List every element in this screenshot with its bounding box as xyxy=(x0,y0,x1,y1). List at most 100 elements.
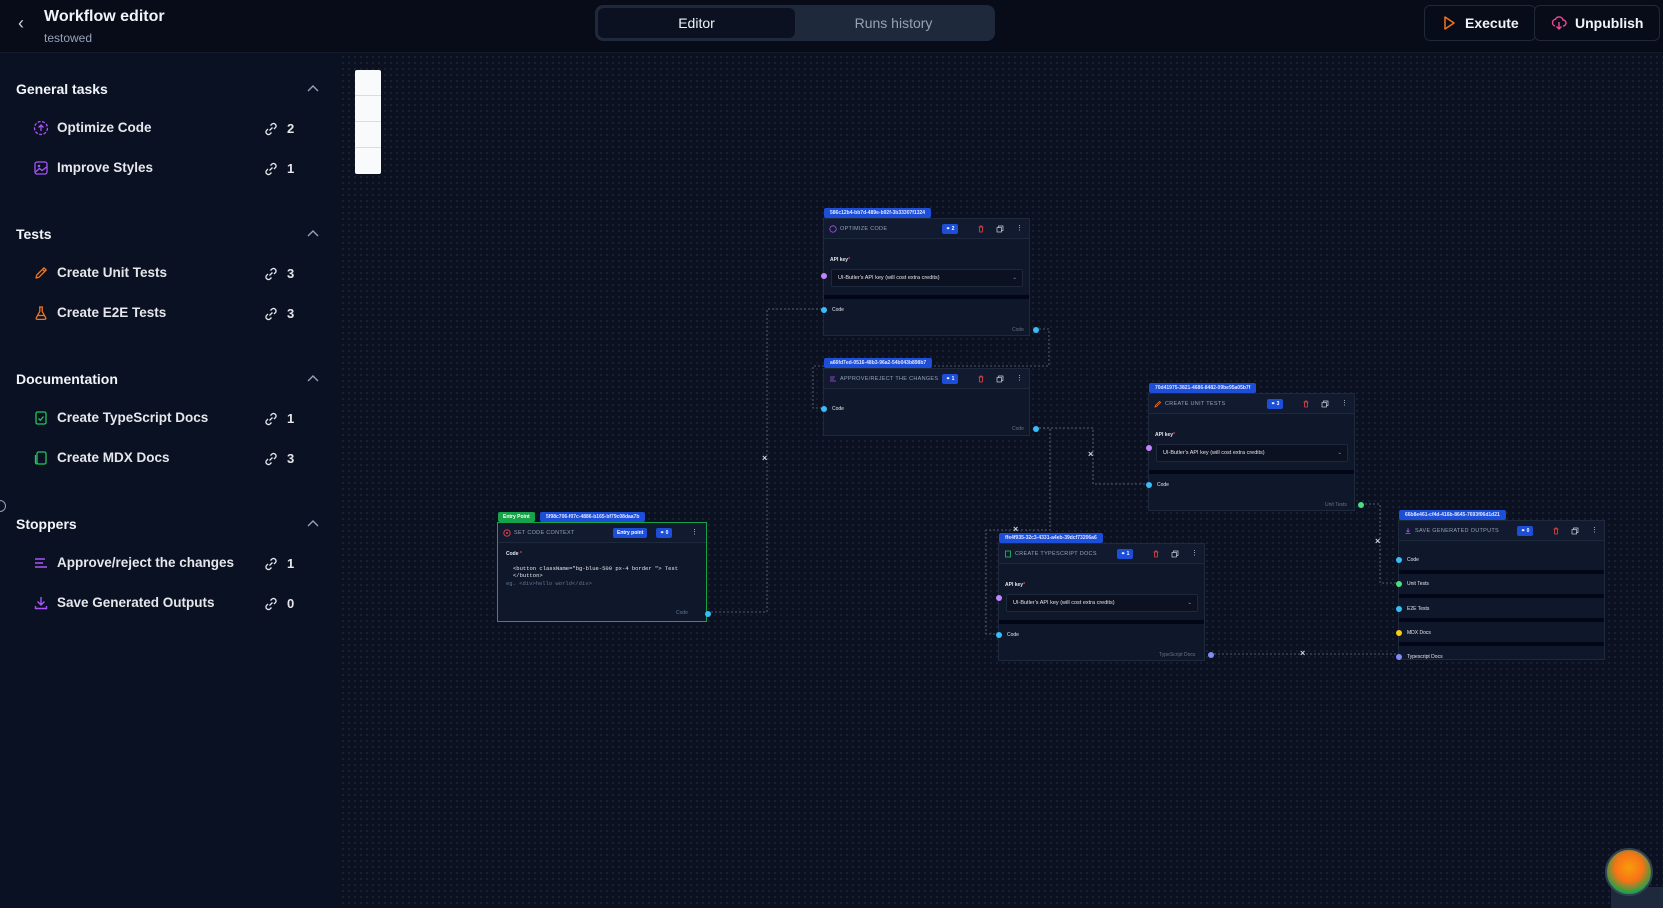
api-key-label: API key* xyxy=(830,257,851,263)
copy-icon[interactable] xyxy=(996,225,1004,233)
link-count-badge: ⚭ 1 xyxy=(942,374,959,384)
node-create-unit-tests[interactable]: 70d41975-3821-4686-8482-09be95a05b7f CRE… xyxy=(1146,383,1364,511)
node-id-tag: ffe4f935-32c3-4331-a4eb-39dcf73206a6 xyxy=(999,533,1103,543)
divider xyxy=(824,295,1029,299)
node-approve-reject[interactable]: a66fd7ed-0516-48b3-96a2-54b043b898b7 APP… xyxy=(821,358,1039,436)
divider xyxy=(1399,594,1604,598)
link-count: 3 xyxy=(1276,401,1280,407)
output-label: TypeScript Docs xyxy=(1159,652,1196,658)
link-count-badge: ⚭ 1 xyxy=(1117,549,1134,559)
node-title: SET CODE CONTEXT xyxy=(514,530,575,536)
node-title: OPTIMIZE CODE xyxy=(840,226,888,232)
connection-edges xyxy=(711,308,1399,656)
input-port-code[interactable] xyxy=(1396,557,1402,563)
link-count: 1 xyxy=(1126,551,1130,557)
input-port[interactable] xyxy=(996,632,1002,638)
output-label: Code xyxy=(676,610,688,616)
link-count-badge: ⚭ 0 xyxy=(1517,526,1534,536)
input-label: Code xyxy=(832,406,844,412)
delete-edge-icon[interactable]: × xyxy=(1375,536,1380,546)
node-header: CREATE UNIT TESTS ⚭ 3 ⋮ xyxy=(1149,394,1354,414)
node-header: CREATE TYPESCRIPT DOCS ⚭ 1 ⋮ xyxy=(999,544,1204,564)
doc-check-icon xyxy=(1005,550,1011,558)
output-port[interactable] xyxy=(1358,502,1364,508)
more-icon[interactable]: ⋮ xyxy=(1191,550,1199,558)
node-create-typescript-docs[interactable]: ffe4f935-32c3-4331-a4eb-39dcf73206a6 CRE… xyxy=(996,533,1214,661)
node-set-code-context[interactable]: Entry Point 5f98c706-f07c-4886-b165-bf79… xyxy=(497,512,711,622)
divider xyxy=(999,620,1204,624)
link-count-badge: ⚭ 3 xyxy=(1267,399,1284,409)
api-key-select[interactable]: UI-Butler's API key (will cost extra cre… xyxy=(1006,594,1198,612)
user-avatar[interactable] xyxy=(1605,848,1653,896)
copy-icon[interactable] xyxy=(1571,527,1579,535)
divider xyxy=(1399,642,1604,646)
more-icon[interactable]: ⋮ xyxy=(1591,527,1599,535)
entry-point-tag: Entry Point xyxy=(498,512,535,522)
node-optimize-code[interactable]: 586c12b4-bb7d-489e-b92f-3b33307f1324 OPT… xyxy=(821,208,1039,336)
api-key-port[interactable] xyxy=(996,595,1002,601)
more-icon[interactable]: ⋮ xyxy=(691,529,699,537)
divider xyxy=(1399,570,1604,574)
input-label: Code xyxy=(1157,482,1169,488)
input-label: Code xyxy=(1407,557,1419,563)
code-input[interactable]: <button className="bg-blue-500 px-4 bord… xyxy=(513,565,706,579)
input-port[interactable] xyxy=(821,307,827,313)
link-count: 2 xyxy=(951,226,955,232)
api-key-label: API key* xyxy=(1005,582,1026,588)
trash-icon[interactable] xyxy=(1552,527,1560,535)
more-icon[interactable]: ⋮ xyxy=(1016,375,1024,383)
input-port[interactable] xyxy=(1146,482,1152,488)
trash-icon[interactable] xyxy=(977,225,985,233)
input-port[interactable] xyxy=(821,406,827,412)
delete-edge-icon[interactable]: × xyxy=(1088,449,1093,459)
more-icon[interactable]: ⋮ xyxy=(1341,400,1349,408)
trash-icon[interactable] xyxy=(1302,400,1310,408)
api-key-select[interactable]: UI-Butler's API key (will cost extra cre… xyxy=(831,269,1023,287)
more-icon[interactable]: ⋮ xyxy=(1016,225,1024,233)
copy-icon[interactable] xyxy=(996,375,1004,383)
api-key-select[interactable]: UI-Butler's API key (will cost extra cre… xyxy=(1156,444,1348,462)
input-label: E2E Tests xyxy=(1407,606,1430,612)
api-key-label: API key* xyxy=(1155,432,1176,438)
copy-icon[interactable] xyxy=(1321,400,1329,408)
output-port[interactable] xyxy=(1033,327,1039,333)
link-count: 0 xyxy=(665,530,669,536)
trash-icon[interactable] xyxy=(1152,550,1160,558)
input-port-e2e-tests[interactable] xyxy=(1396,606,1402,612)
download-icon xyxy=(1405,528,1411,534)
copy-icon[interactable] xyxy=(1171,550,1179,558)
node-id-tag: 5f98c706-f07c-4886-b165-bf79c08daa7b xyxy=(540,512,646,522)
output-label: Code xyxy=(1012,327,1024,333)
node-id-tag: 70d41975-3821-4686-8482-09be95a05b7f xyxy=(1149,383,1257,393)
input-port-unit-tests[interactable] xyxy=(1396,581,1402,587)
node-id-tag: a66fd7ed-0516-48b3-96a2-54b043b898b7 xyxy=(824,358,933,368)
list-icon xyxy=(830,376,836,382)
output-port[interactable] xyxy=(705,611,711,617)
link-count: 0 xyxy=(1526,528,1530,534)
api-key-port[interactable] xyxy=(1146,445,1152,451)
code-field-label: Code * xyxy=(506,551,522,557)
node-save-generated-outputs[interactable]: 66b8e461-cf4d-416b-8645-7693f06d1d21 SAV… xyxy=(1396,510,1605,660)
input-label: Typescript Docs xyxy=(1407,654,1443,660)
delete-edge-icon[interactable]: × xyxy=(762,453,767,463)
node-title: CREATE TYPESCRIPT DOCS xyxy=(1015,551,1097,557)
target-icon xyxy=(503,529,511,537)
input-label: Code xyxy=(1007,632,1019,638)
node-title: SAVE GENERATED OUTPUTS xyxy=(1415,528,1500,534)
input-label: Code xyxy=(832,307,844,313)
node-header: OPTIMIZE CODE ⚭ 2 ⋮ xyxy=(824,219,1029,239)
pencil-icon xyxy=(1154,400,1162,408)
api-key-port[interactable] xyxy=(821,273,827,279)
output-port[interactable] xyxy=(1208,652,1214,658)
delete-edge-icon[interactable]: × xyxy=(1300,648,1305,658)
code-placeholder: eg. <div>hello world</div> xyxy=(506,580,592,587)
link-count: 1 xyxy=(951,376,955,382)
entry-point-badge: Entry point xyxy=(613,528,648,538)
trash-icon[interactable] xyxy=(977,375,985,383)
input-port-typescript-docs[interactable] xyxy=(1396,654,1402,660)
output-label: Unit Tests xyxy=(1325,502,1347,508)
output-port[interactable] xyxy=(1033,426,1039,432)
input-port-mdx-docs[interactable] xyxy=(1396,630,1402,636)
link-count-badge: ⚭ 2 xyxy=(942,224,959,234)
input-label: MDX Docs xyxy=(1407,630,1431,636)
